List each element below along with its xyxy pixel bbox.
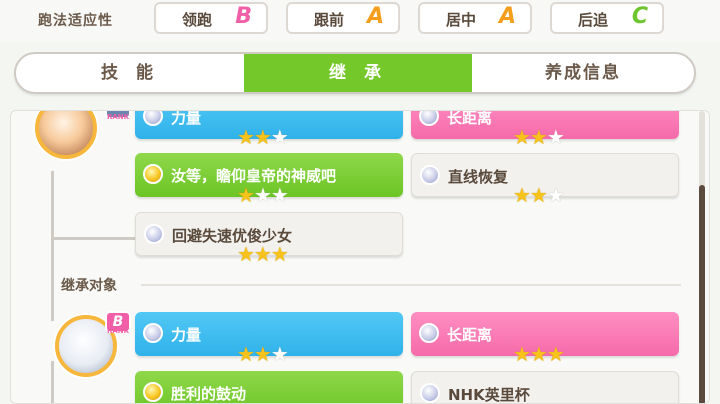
- rank-text: RANK: [107, 327, 130, 335]
- aptitude-name: 跟前: [314, 11, 345, 29]
- section-label: 继承对象: [61, 278, 117, 294]
- aptitude-name: 居中: [446, 11, 477, 29]
- rank-text: RANK: [107, 113, 130, 121]
- skill-label: 胜利的鼓动: [171, 385, 247, 403]
- aptitude-late-surger: 居中 A: [418, 2, 532, 34]
- aptitude-grade: C: [631, 4, 648, 29]
- aptitude-name: 领跑: [182, 11, 213, 29]
- star-rating: ★★★: [513, 183, 565, 207]
- parent-portrait-1[interactable]: [35, 111, 97, 159]
- aptitude-row: 跑法适应性 领跑 B 跟前 A 居中 A 后追 C: [0, 0, 720, 42]
- skill-card-victory-drum[interactable]: 胜利的鼓动: [135, 371, 403, 403]
- tab-inheritance[interactable]: 继 承: [244, 54, 472, 92]
- aptitude-grade: A: [498, 4, 516, 29]
- star-rating: ★★★: [237, 342, 289, 366]
- star-rating: ★★★: [513, 342, 565, 366]
- aptitude-label: 跑法适应性: [38, 13, 113, 29]
- factor-icon: [143, 111, 163, 126]
- aptitude-end-closer: 后追 C: [550, 2, 664, 34]
- aptitude-pace-chaser: 跟前 A: [286, 2, 400, 34]
- factor-icon: [143, 164, 163, 184]
- factor-icon: [419, 323, 439, 343]
- aptitude-grade: B: [235, 4, 252, 29]
- star-rating: ★★★: [237, 125, 289, 149]
- factor-icon: [143, 382, 163, 402]
- skill-label: 长距离: [447, 326, 493, 344]
- tab-bar: 技 能 继 承 养成信息: [14, 52, 696, 94]
- skill-label: NHK英里杯: [448, 386, 530, 404]
- factor-icon: [420, 165, 440, 185]
- skill-label: 直线恢复: [448, 168, 509, 186]
- star-rating: ★★★: [237, 242, 289, 266]
- factor-icon: [419, 111, 439, 126]
- factor-icon: [420, 383, 440, 403]
- aptitude-name: 后追: [578, 11, 609, 29]
- rank-badge: B RANK: [105, 311, 131, 335]
- star-rating: ★★★: [237, 183, 289, 207]
- tree-line: [51, 361, 54, 403]
- skill-label: 力量: [171, 326, 202, 344]
- skill-label: 力量: [171, 110, 202, 127]
- tree-line: [51, 171, 54, 321]
- factor-icon: [143, 323, 163, 343]
- divider: [141, 284, 681, 286]
- aptitude-grade: A: [366, 4, 384, 29]
- factor-icon: [144, 224, 164, 244]
- skill-label: 长距离: [447, 110, 493, 127]
- rank-badge: RANK: [105, 111, 131, 121]
- scrollbar-thumb[interactable]: [699, 185, 705, 403]
- inheritance-panel[interactable]: RANK 力量 ★★★ 长距离 ★★★ 汝等，瞻仰皇帝的神威吧 ★★★ 直线恢复…: [10, 110, 710, 404]
- star-rating: ★★★: [513, 125, 565, 149]
- skill-card-nhk-mile-cup[interactable]: NHK英里杯: [411, 371, 679, 404]
- tab-training-info[interactable]: 养成信息: [472, 54, 694, 92]
- tree-line: [51, 237, 135, 240]
- tab-skills[interactable]: 技 能: [16, 54, 244, 92]
- aptitude-front-runner: 领跑 B: [154, 2, 268, 34]
